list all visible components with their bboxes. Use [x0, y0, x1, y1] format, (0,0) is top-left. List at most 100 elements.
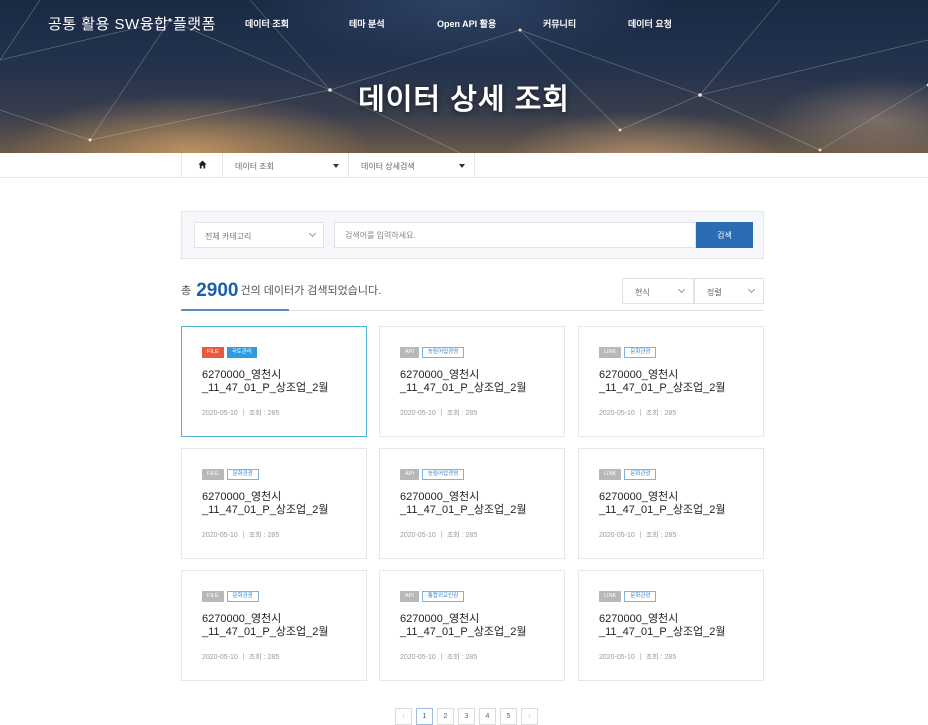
card-date: 2020-05-10: [599, 654, 635, 661]
card-title[interactable]: 6270000_영천시_11_47_01_P_상조업_2월: [400, 369, 550, 395]
card-date: 2020-05-10: [599, 532, 635, 539]
card-date: 2020-05-10: [400, 410, 436, 417]
card-title[interactable]: 6270000_영천시_11_47_01_P_상조업_2월: [202, 613, 352, 639]
result-count: 총 2900 건의 데이터가 검색되었습니다.: [181, 280, 381, 302]
card-meta: 2020-05-10 조회 : 285: [202, 408, 279, 418]
card-views: 조회 : 285: [248, 654, 280, 661]
hero-banner: 공통 활용 SW융합 플랫폼 데이터 조회 테마 분석 Open API 활용 …: [0, 0, 928, 153]
category-select[interactable]: 전체 카테고리: [194, 222, 324, 248]
nav-data-search[interactable]: 데이터 조회: [245, 17, 289, 30]
breadcrumb-level2-dropdown[interactable]: 데이터 상세검색: [349, 153, 475, 178]
data-card[interactable]: LINK 문화관광 6270000_영천시_11_47_01_P_상조업_2월 2…: [578, 570, 764, 681]
nav-community[interactable]: 커뮤니티: [543, 17, 576, 30]
format-badge: LINK: [599, 347, 622, 358]
card-title[interactable]: 6270000_영천시_11_47_01_P_상조업_2월: [599, 613, 749, 639]
chevron-down-icon: [747, 285, 756, 294]
nav-data-request[interactable]: 데이터 요청: [628, 17, 672, 30]
card-meta: 2020-05-10 조회 : 285: [400, 530, 477, 540]
pagination-page-3[interactable]: 3: [458, 708, 475, 725]
pagination-page-5[interactable]: 5: [500, 708, 517, 725]
top-navigation: 공통 활용 SW융합 플랫폼 데이터 조회 테마 분석 Open API 활용 …: [0, 0, 928, 44]
card-date: 2020-05-10: [400, 654, 436, 661]
data-card[interactable]: LINK 문화관광 6270000_영천시_11_47_01_P_상조업_2월 2…: [578, 326, 764, 437]
data-card[interactable]: API 농림어업경영 6270000_영천시_11_47_01_P_상조업_2월 …: [379, 326, 565, 437]
breadcrumb-level2-label: 데이터 상세검색: [361, 162, 415, 171]
search-panel: 전체 카테고리 검색: [181, 211, 764, 259]
search-button[interactable]: 검색: [696, 222, 753, 248]
pagination-page-4[interactable]: 4: [479, 708, 496, 725]
card-views: 조회 : 285: [645, 532, 677, 539]
data-card[interactable]: API 농림어업경영 6270000_영천시_11_47_01_P_상조업_2월 …: [379, 448, 565, 559]
data-card[interactable]: FILE 국토관리 6270000_영천시_11_47_01_P_상조업_2월 2…: [181, 326, 367, 437]
card-views: 조회 : 285: [446, 410, 478, 417]
breadcrumb: 데이터 조회 데이터 상세검색: [0, 153, 928, 178]
result-divider-accent: [181, 309, 289, 311]
category-badge: 문화관광: [624, 469, 657, 480]
caret-down-icon: [459, 164, 465, 168]
category-badge: 국토관리: [226, 347, 257, 358]
pagination-page-1[interactable]: 1: [416, 708, 433, 725]
caret-down-icon: [333, 164, 339, 168]
sort-by-value: 정렬: [707, 288, 722, 297]
card-title[interactable]: 6270000_영천시_11_47_01_P_상조업_2월: [599, 491, 749, 517]
sort-by-select[interactable]: 정렬: [694, 278, 764, 304]
breadcrumb-level1-dropdown[interactable]: 데이터 조회: [223, 153, 349, 178]
card-meta: 2020-05-10 조회 : 285: [599, 408, 676, 418]
category-badge: 문화관광: [624, 347, 657, 358]
pagination-next-button[interactable]: ›: [521, 708, 538, 725]
pagination-page-2[interactable]: 2: [437, 708, 454, 725]
chevron-down-icon: [677, 285, 686, 294]
result-count-suffix: 건의 데이터가 검색되었습니다.: [240, 285, 382, 297]
nav-open-api[interactable]: Open API 활용: [437, 17, 496, 30]
format-badge: API: [400, 469, 419, 480]
card-date: 2020-05-10: [202, 654, 238, 661]
card-meta: 2020-05-10 조회 : 285: [202, 530, 279, 540]
format-badge: API: [400, 591, 419, 602]
result-count-number: 2900: [196, 280, 239, 301]
card-date: 2020-05-10: [599, 410, 635, 417]
card-views: 조회 : 285: [248, 532, 280, 539]
card-meta: 2020-05-10 조회 : 285: [202, 652, 279, 662]
format-badge: API: [400, 347, 419, 358]
data-card[interactable]: LINK 문화관광 6270000_영천시_11_47_01_P_상조업_2월 2…: [578, 448, 764, 559]
category-badge: 농림어업경영: [421, 347, 465, 358]
card-views: 조회 : 285: [645, 410, 677, 417]
sort-order-value: 현식: [635, 288, 650, 297]
data-card[interactable]: FILE 문화관광 6270000_영천시_11_47_01_P_상조업_2월 2…: [181, 448, 367, 559]
result-count-prefix: 총: [181, 285, 192, 297]
nav-theme-analysis[interactable]: 테마 분석: [349, 17, 385, 30]
pagination-prev-button[interactable]: ‹: [395, 708, 412, 725]
card-views: 조회 : 285: [446, 654, 478, 661]
pagination: ‹ 1 2 3 4 5 ›: [395, 708, 538, 725]
category-select-value: 전체 카테고리: [205, 232, 252, 241]
format-badge: LINK: [599, 469, 622, 480]
category-badge: 농림어업경영: [421, 469, 465, 480]
page-title: 데이터 상세 조회: [358, 84, 570, 116]
card-title[interactable]: 6270000_영천시_11_47_01_P_상조업_2월: [400, 613, 550, 639]
card-date: 2020-05-10: [202, 532, 238, 539]
format-badge: LINK: [599, 591, 622, 602]
data-card[interactable]: API 통합외교인권 6270000_영천시_11_47_01_P_상조업_2월 …: [379, 570, 565, 681]
card-title[interactable]: 6270000_영천시_11_47_01_P_상조업_2월: [202, 491, 352, 517]
card-date: 2020-05-10: [202, 410, 238, 417]
category-badge: 문화관광: [226, 591, 259, 602]
card-title[interactable]: 6270000_영천시_11_47_01_P_상조업_2월: [400, 491, 550, 517]
card-views: 조회 : 285: [248, 410, 280, 417]
category-badge: 문화관광: [226, 469, 259, 480]
chevron-down-icon: [308, 229, 317, 238]
sort-order-select[interactable]: 현식: [622, 278, 694, 304]
format-badge: FILE: [202, 591, 224, 602]
data-card[interactable]: FILE 문화관광 6270000_영천시_11_47_01_P_상조업_2월 2…: [181, 570, 367, 681]
card-meta: 2020-05-10 조회 : 285: [400, 408, 477, 418]
format-badge: FILE: [202, 469, 224, 480]
card-title[interactable]: 6270000_영천시_11_47_01_P_상조업_2월: [202, 369, 352, 395]
card-meta: 2020-05-10 조회 : 285: [400, 652, 477, 662]
category-badge: 문화관광: [624, 591, 657, 602]
search-input[interactable]: [334, 222, 696, 248]
card-meta: 2020-05-10 조회 : 285: [599, 652, 676, 662]
home-icon: [198, 160, 207, 169]
breadcrumb-home[interactable]: [181, 153, 223, 178]
brand-logo-text[interactable]: 공통 활용 SW융합 플랫폼: [48, 13, 216, 34]
card-title[interactable]: 6270000_영천시_11_47_01_P_상조업_2월: [599, 369, 749, 395]
card-views: 조회 : 285: [645, 654, 677, 661]
